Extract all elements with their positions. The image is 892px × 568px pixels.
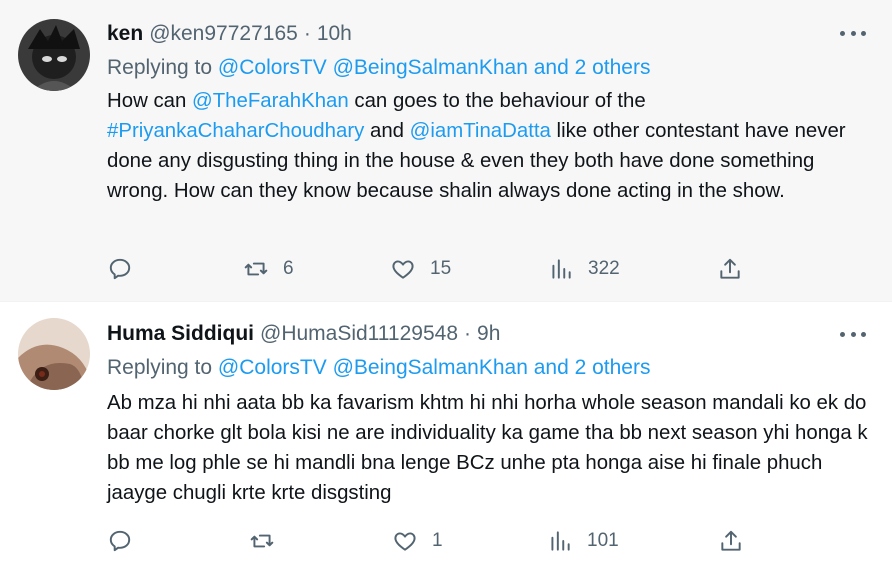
- mention-link[interactable]: @BeingSalmanKhan: [333, 56, 528, 79]
- like-button[interactable]: 1: [392, 526, 443, 556]
- replying-to: Replying to @ColorsTV @BeingSalmanKhan a…: [107, 356, 651, 379]
- reply-icon: [109, 530, 131, 552]
- retweet-icon: [244, 262, 268, 276]
- more-options-icon[interactable]: [840, 28, 866, 38]
- retweet-icon: [250, 534, 274, 548]
- analytics-icon: [551, 531, 570, 551]
- heart-icon: [392, 260, 414, 279]
- more-options-icon[interactable]: [840, 329, 866, 339]
- tweet-card[interactable]: ken @ken97727165 · 10h Replying to @Colo…: [0, 0, 892, 302]
- analytics-icon: [552, 259, 571, 279]
- hashtag-link[interactable]: #PriyankaChaharChoudhary: [107, 120, 364, 142]
- mention-link[interactable]: @ColorsTV: [218, 356, 327, 379]
- tweet-card[interactable]: Huma Siddiqui @HumaSid11129548 · 9h Repl…: [0, 302, 892, 568]
- user-handle[interactable]: @HumaSid11129548: [260, 322, 458, 346]
- timestamp[interactable]: 10h: [317, 22, 352, 46]
- avatar[interactable]: [18, 19, 90, 91]
- avatar[interactable]: [18, 318, 90, 390]
- reply-icon: [109, 258, 131, 280]
- like-button[interactable]: 15: [390, 254, 451, 284]
- mention-link[interactable]: @BeingSalmanKhan: [333, 356, 528, 379]
- like-count: 1: [432, 530, 443, 551]
- display-name[interactable]: Huma Siddiqui: [107, 322, 254, 346]
- retweet-count: 6: [283, 258, 294, 279]
- mention-link[interactable]: @iamTinaDatta: [410, 120, 551, 142]
- share-icon: [721, 530, 741, 551]
- views-button[interactable]: 322: [548, 254, 620, 284]
- tweet-text: How can @TheFarahKhan can goes to the be…: [107, 90, 846, 202]
- views-button[interactable]: 101: [547, 526, 619, 556]
- tweet-header: Huma Siddiqui @HumaSid11129548 · 9h: [107, 322, 500, 346]
- views-count: 322: [588, 258, 620, 279]
- action-bar: 6 15 322: [107, 254, 747, 284]
- display-name[interactable]: ken: [107, 22, 143, 46]
- tweet-header: ken @ken97727165 · 10h: [107, 22, 352, 46]
- views-count: 101: [587, 530, 619, 551]
- retweet-button[interactable]: 6: [243, 254, 294, 284]
- action-bar: 1 101: [107, 526, 747, 556]
- share-button[interactable]: [717, 254, 743, 284]
- mention-link[interactable]: @TheFarahKhan: [192, 90, 349, 112]
- heart-icon: [394, 532, 416, 551]
- mention-link[interactable]: @ColorsTV: [218, 56, 327, 79]
- reply-button[interactable]: [107, 526, 147, 556]
- like-count: 15: [430, 258, 452, 279]
- reply-button[interactable]: [107, 254, 147, 284]
- user-handle[interactable]: @ken97727165: [149, 22, 298, 46]
- separator: ·: [303, 22, 311, 45]
- retweet-button[interactable]: [249, 526, 289, 556]
- timestamp[interactable]: 9h: [477, 322, 500, 346]
- share-button[interactable]: [718, 526, 744, 556]
- share-icon: [720, 258, 740, 279]
- tweet-text: Ab mza hi nhi aata bb ka favarism khtm h…: [107, 392, 868, 504]
- others-link[interactable]: and 2 others: [534, 356, 651, 379]
- others-link[interactable]: and 2 others: [534, 56, 651, 79]
- separator: ·: [464, 322, 472, 345]
- replying-to: Replying to @ColorsTV @BeingSalmanKhan a…: [107, 56, 651, 79]
